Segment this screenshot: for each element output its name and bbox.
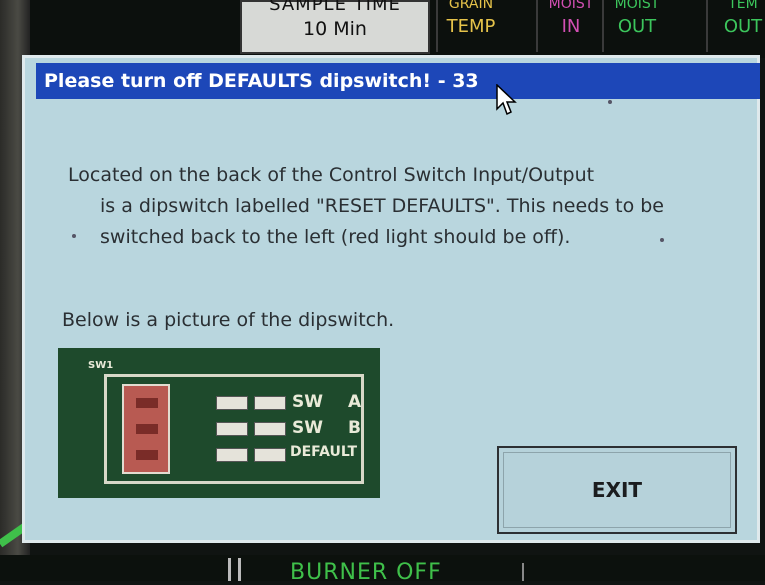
footer-divider [522,563,524,581]
header-bottom-label: IN [561,16,581,37]
smd-component [254,396,286,410]
header-bottom-label: TEMP [446,16,496,37]
dipswitch-block [122,384,170,474]
picture-label-b: B [348,418,361,438]
dialog-title: Please turn off DEFAULTS dipswitch! - 33 [44,70,479,92]
screen-speck [72,234,76,238]
footer-divider [238,558,241,581]
dipswitch-picture: SW1 SW A SW B DEFAULT [58,348,380,498]
header-top-label: GRAIN [448,0,494,12]
header-moist-in: MOIST IN [536,0,604,52]
dialog-title-bar[interactable]: Please turn off DEFAULTS dipswitch! - 33 [36,63,760,99]
picture-label-sw-b: SW [292,418,323,438]
header-moist-out: MOIST OUT [602,0,670,52]
header-top-label: MOIST [548,0,594,12]
dialog-text-line: is a dipswitch labelled "RESET DEFAULTS"… [100,195,664,217]
smd-component [216,448,248,462]
header-bottom-label: OUT [723,16,763,37]
header-bottom-label: OUT [617,16,657,37]
smd-component [254,422,286,436]
smd-component [216,396,248,410]
sample-time-value: 10 Min [303,18,367,40]
sample-time-box: SAMPLE TIME 10 Min [240,0,430,54]
screen-speck [608,100,612,104]
picture-label-default: DEFAULT [290,444,358,460]
picture-label-a: A [348,392,362,412]
picture-label-sw1: SW1 [88,360,114,371]
header-top-label: MOIST [614,0,660,12]
sample-time-label: SAMPLE TIME [269,0,401,15]
smd-component [254,448,286,462]
dialog-picture-caption: Below is a picture of the dipswitch. [62,309,395,331]
header-top-label: TEM [728,0,758,12]
exit-button[interactable]: EXIT [497,446,737,534]
exit-button-label: EXIT [591,478,643,502]
screen-speck [660,238,664,242]
mouse-cursor-icon [496,84,517,116]
burner-status: BURNER OFF [290,560,442,585]
header-grain-temp: GRAIN TEMP [436,0,504,52]
picture-label-sw-a: SW [292,392,323,412]
smd-component [216,422,248,436]
footer-divider [228,558,231,581]
dialog-text-line: Located on the back of the Control Switc… [68,164,595,186]
header-temp-out: TEM OUT [706,0,765,52]
dialog-text-line: switched back to the left (red light sho… [100,226,571,248]
